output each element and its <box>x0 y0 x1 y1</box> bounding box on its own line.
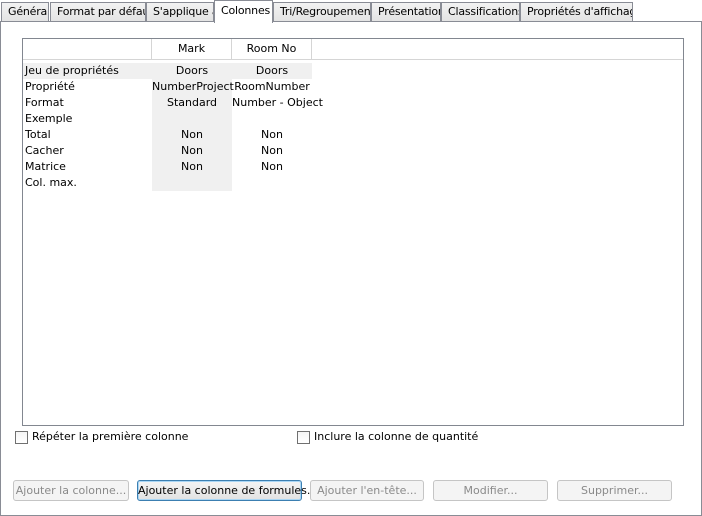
add-column-button[interactable]: Ajouter la colonne... <box>13 480 129 501</box>
include-quantity-column-label: Inclure la colonne de quantité <box>314 430 479 443</box>
row-label-format: Format <box>25 96 64 109</box>
cell-room-no-exemple[interactable] <box>232 111 312 127</box>
column-header-mark[interactable]: Mark <box>152 39 232 59</box>
add-formula-column-button[interactable]: Ajouter la colonne de formules... <box>137 480 317 501</box>
row-label-exemple: Exemple <box>25 112 73 125</box>
cell-room-no-total[interactable]: Non <box>232 127 312 143</box>
column-header-room-no[interactable]: Room No <box>232 39 312 59</box>
row-label-col-max: Col. max. <box>25 176 77 189</box>
grid-corner-cell <box>23 39 152 59</box>
repeat-first-column-option[interactable]: Répéter la première colonne <box>15 429 215 445</box>
row-label-cacher: Cacher <box>25 144 64 157</box>
delete-button[interactable]: Supprimer... <box>557 480 672 501</box>
tab-format-par-defaut[interactable]: Format par défaut <box>50 2 146 22</box>
modify-button[interactable]: Modifier... <box>433 480 548 501</box>
add-header-button[interactable]: Ajouter l'en-tête... <box>310 480 424 501</box>
cell-mark-format[interactable]: Standard <box>152 95 232 111</box>
tab-colonnes[interactable]: Colonnes <box>214 0 273 23</box>
cell-room-no-propriete[interactable]: RoomNumber <box>232 79 312 95</box>
cell-mark-total[interactable]: Non <box>152 127 232 143</box>
cell-mark-propriete[interactable]: NumberProject <box>152 79 234 95</box>
tab-general[interactable]: Général <box>1 2 49 22</box>
row-label-total: Total <box>25 128 51 141</box>
cell-mark-col-max[interactable] <box>152 175 232 191</box>
repeat-first-column-label: Répéter la première colonne <box>32 430 189 443</box>
row-label-matrice: Matrice <box>25 160 66 173</box>
cell-mark-cacher[interactable]: Non <box>152 143 232 159</box>
tab-tri-regroupement[interactable]: Tri/Regroupement <box>273 2 371 22</box>
include-quantity-column-checkbox[interactable] <box>297 431 310 444</box>
cell-mark-jeu[interactable]: Doors <box>152 63 232 79</box>
cell-room-no-col-max[interactable] <box>232 175 312 191</box>
row-label-propriete: Propriété <box>25 80 75 93</box>
cell-mark-matrice[interactable]: Non <box>152 159 232 175</box>
cell-room-no-cacher[interactable]: Non <box>232 143 312 159</box>
row-label-jeu-de-proprietes: Jeu de propriétés <box>25 64 119 77</box>
cell-room-no-jeu[interactable]: Doors <box>232 63 312 79</box>
tab-classifications[interactable]: Classifications <box>441 2 520 22</box>
repeat-first-column-checkbox[interactable] <box>15 431 28 444</box>
include-quantity-column-option[interactable]: Inclure la colonne de quantité <box>297 429 517 445</box>
cell-room-no-matrice[interactable]: Non <box>232 159 312 175</box>
tab-proprietes-affichage[interactable]: Propriétés d'affichage <box>520 2 633 22</box>
columns-grid[interactable]: Mark Room No Jeu de propriétés Propriété… <box>22 38 684 426</box>
cell-room-no-format[interactable]: Number - Object <box>232 95 323 111</box>
tab-strip: Général Format par défaut S'applique à C… <box>0 0 702 23</box>
cell-mark-exemple[interactable] <box>152 111 232 127</box>
tab-s-applique-a[interactable]: S'applique à <box>146 2 214 22</box>
grid-header-row: Mark Room No <box>23 39 683 60</box>
tab-presentation[interactable]: Présentation <box>371 2 441 22</box>
